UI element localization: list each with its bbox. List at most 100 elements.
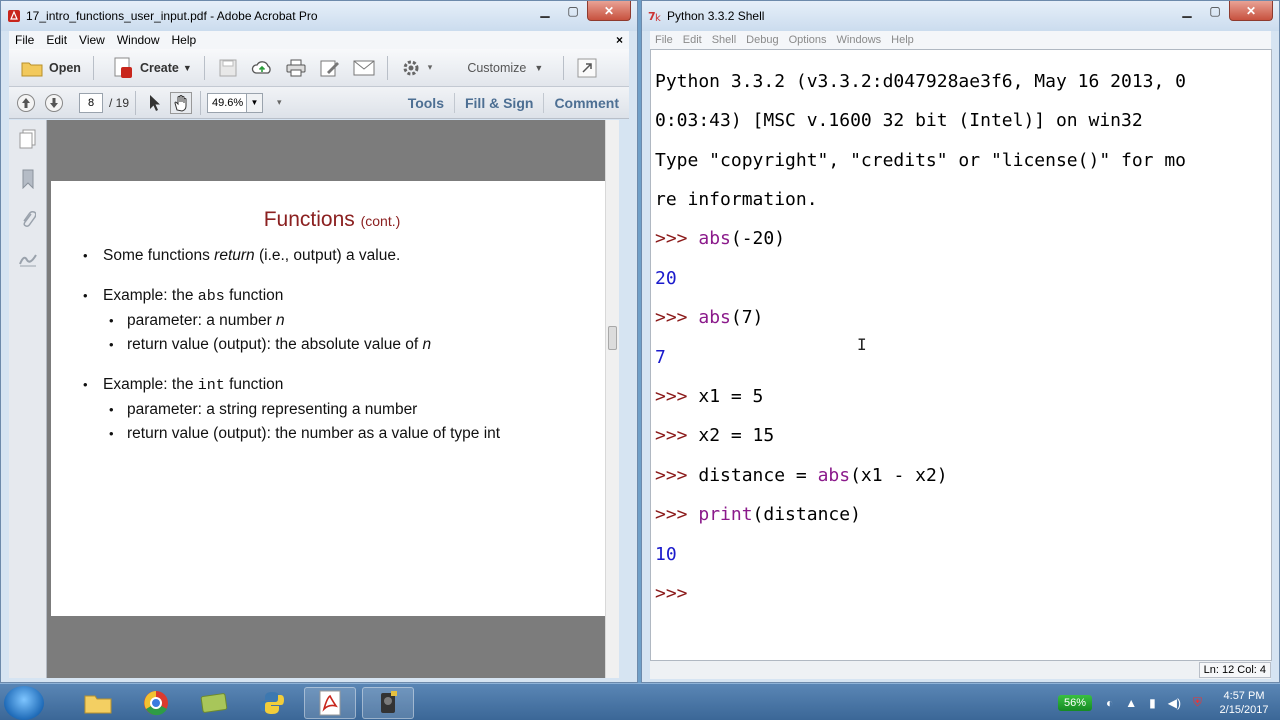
sub-bullet-item: parameter: a string representing a numbe… bbox=[83, 398, 500, 422]
taskbar-acrobat-icon[interactable] bbox=[304, 687, 356, 719]
page-number-input[interactable]: 8 bbox=[79, 92, 103, 113]
chevron-down-icon: ▼ bbox=[182, 62, 192, 73]
menu-window[interactable]: Window bbox=[111, 33, 166, 47]
toolbar-overflow-icon[interactable]: ▾ bbox=[277, 97, 282, 108]
previous-page-icon[interactable] bbox=[15, 92, 37, 114]
maximize-button[interactable]: ▢ bbox=[559, 1, 587, 21]
edit-pencil-icon[interactable] bbox=[319, 57, 341, 79]
menu-shell[interactable]: Shell bbox=[707, 34, 741, 46]
scrollbar-thumb[interactable] bbox=[608, 326, 617, 350]
taskbar-explorer-icon[interactable] bbox=[72, 687, 124, 719]
menu-help[interactable]: Help bbox=[886, 34, 919, 46]
close-button[interactable]: ✕ bbox=[1229, 1, 1273, 21]
taskbar-app-icon[interactable] bbox=[188, 687, 240, 719]
print-icon[interactable] bbox=[285, 57, 307, 79]
acrobat-title: 17_intro_functions_user_input.pdf - Adob… bbox=[26, 9, 318, 23]
banner-line: 0:03:43) [MSC v.1600 32 bit (Intel)] on … bbox=[655, 110, 1143, 132]
pdf-page: Functions (cont.) Some functions return … bbox=[51, 181, 613, 616]
input-line: >>> abs(-20) bbox=[655, 228, 786, 250]
menu-windows[interactable]: Windows bbox=[832, 34, 887, 46]
cursor-position-status: Ln: 12 Col: 4 bbox=[1198, 662, 1271, 678]
network-icon[interactable]: ▮ bbox=[1149, 696, 1156, 710]
toolbar-separator bbox=[92, 55, 94, 80]
bookmark-icon[interactable] bbox=[17, 168, 39, 190]
toolbar-separator bbox=[135, 90, 137, 115]
menu-edit[interactable]: Edit bbox=[678, 34, 707, 46]
menu-file[interactable]: File bbox=[9, 33, 40, 47]
pdf-app-icon bbox=[7, 9, 21, 23]
active-prompt-line[interactable]: >>> bbox=[655, 584, 1186, 604]
toolbar-separator bbox=[200, 90, 202, 115]
acrobat-titlebar[interactable]: 17_intro_functions_user_input.pdf - Adob… bbox=[1, 1, 637, 31]
shell-titlebar[interactable]: 7k Python 3.3.2 Shell ▁ ▢ ✕ bbox=[642, 1, 1279, 31]
menu-debug[interactable]: Debug bbox=[741, 34, 783, 46]
bullet-item: Some functions return (i.e., output) a v… bbox=[83, 244, 500, 268]
output-line: 10 bbox=[655, 543, 677, 565]
slide-title: Functions (cont.) bbox=[263, 208, 401, 231]
minimize-button[interactable]: ▁ bbox=[1173, 1, 1201, 21]
battery-indicator[interactable]: 56% bbox=[1057, 694, 1092, 711]
shell-menubar: File Edit Shell Debug Options Windows He… bbox=[650, 31, 1271, 49]
panel-links: Tools Fill & Sign Comment bbox=[398, 92, 629, 113]
create-button[interactable]: Create ▼ bbox=[100, 57, 198, 79]
sub-bullet-item: return value (output): the absolute valu… bbox=[83, 333, 500, 357]
taskbar-chrome-icon[interactable] bbox=[130, 687, 182, 719]
email-icon[interactable] bbox=[353, 57, 375, 79]
volume-icon[interactable]: ◀) bbox=[1168, 696, 1181, 710]
banner-line: re information. bbox=[655, 188, 818, 210]
hand-tool-icon[interactable] bbox=[170, 91, 193, 114]
sub-bullet-item: parameter: a number n bbox=[83, 309, 500, 333]
banner-line: Type "copyright", "credits" or "license(… bbox=[655, 149, 1187, 171]
open-button[interactable]: Open bbox=[9, 57, 87, 79]
minimize-button[interactable]: ▁ bbox=[531, 1, 559, 21]
menu-file[interactable]: File bbox=[650, 34, 678, 46]
fill-sign-panel-link[interactable]: Fill & Sign bbox=[455, 95, 543, 111]
comment-panel-link[interactable]: Comment bbox=[544, 95, 629, 111]
attachment-icon[interactable] bbox=[17, 208, 39, 230]
close-document-button[interactable]: × bbox=[616, 33, 629, 47]
output-line: 20 bbox=[655, 267, 677, 289]
page-thumbnails-icon[interactable] bbox=[17, 128, 39, 150]
customize-button[interactable]: Customize ▼ bbox=[461, 61, 549, 75]
banner-line: Python 3.3.2 (v3.3.2:d047928ae3f6, May 1… bbox=[655, 70, 1187, 92]
gear-icon[interactable] bbox=[400, 57, 422, 79]
save-icon[interactable] bbox=[217, 57, 239, 79]
tools-panel-link[interactable]: Tools bbox=[398, 95, 454, 111]
system-tray: 56% ◐ ▲ ▮ ◀) ⛨ 4:57 PM 2/15/2017 bbox=[1057, 684, 1280, 720]
menu-edit[interactable]: Edit bbox=[40, 33, 73, 47]
zoom-input[interactable]: 49.6% bbox=[207, 92, 248, 113]
bullet-item: Example: the int function bbox=[83, 373, 500, 398]
input-line: >>> x1 = 5 bbox=[655, 385, 764, 407]
signature-icon[interactable] bbox=[17, 248, 39, 270]
menu-help[interactable]: Help bbox=[166, 33, 203, 47]
menu-view[interactable]: View bbox=[73, 33, 111, 47]
shell-title: Python 3.3.2 Shell bbox=[667, 9, 765, 23]
input-line: >>> print(distance) bbox=[655, 504, 861, 526]
main-toolbar: Open Create ▼ ▾ Customize ▼ bbox=[9, 49, 629, 87]
zoom-dropdown-button[interactable]: ▼ bbox=[247, 92, 264, 113]
idle-app-icon: 7k bbox=[648, 9, 662, 24]
shell-console[interactable]: Python 3.3.2 (v3.3.2:d047928ae3f6, May 1… bbox=[650, 49, 1272, 661]
document-viewport[interactable]: Functions (cont.) Some functions return … bbox=[47, 120, 619, 678]
show-hidden-icons-icon[interactable]: ▲ bbox=[1125, 696, 1137, 710]
clock[interactable]: 4:57 PM 2/15/2017 bbox=[1208, 689, 1280, 717]
windows-taskbar: 56% ◐ ▲ ▮ ◀) ⛨ 4:57 PM 2/15/2017 bbox=[0, 683, 1280, 720]
maximize-button[interactable]: ▢ bbox=[1201, 1, 1229, 21]
start-button[interactable] bbox=[4, 686, 44, 720]
taskbar-python-icon[interactable] bbox=[246, 687, 298, 719]
expand-icon[interactable] bbox=[576, 57, 598, 79]
antivirus-icon[interactable]: ⛨ bbox=[1193, 695, 1202, 710]
vertical-scrollbar[interactable] bbox=[605, 120, 619, 678]
connection-icon[interactable]: ◐ bbox=[1106, 696, 1113, 710]
menu-options[interactable]: Options bbox=[784, 34, 832, 46]
create-pdf-icon bbox=[112, 57, 134, 79]
next-page-icon[interactable] bbox=[43, 92, 65, 114]
close-button[interactable]: ✕ bbox=[587, 1, 631, 21]
taskbar-camera-icon[interactable] bbox=[362, 687, 414, 719]
navigation-pane bbox=[9, 120, 47, 678]
select-cursor-icon[interactable] bbox=[144, 92, 166, 114]
text-cursor-icon: I bbox=[857, 335, 867, 354]
acrobat-menubar: File Edit View Window Help × bbox=[9, 31, 629, 49]
gear-dropdown-icon[interactable]: ▾ bbox=[428, 62, 433, 73]
cloud-upload-icon[interactable] bbox=[251, 57, 273, 79]
